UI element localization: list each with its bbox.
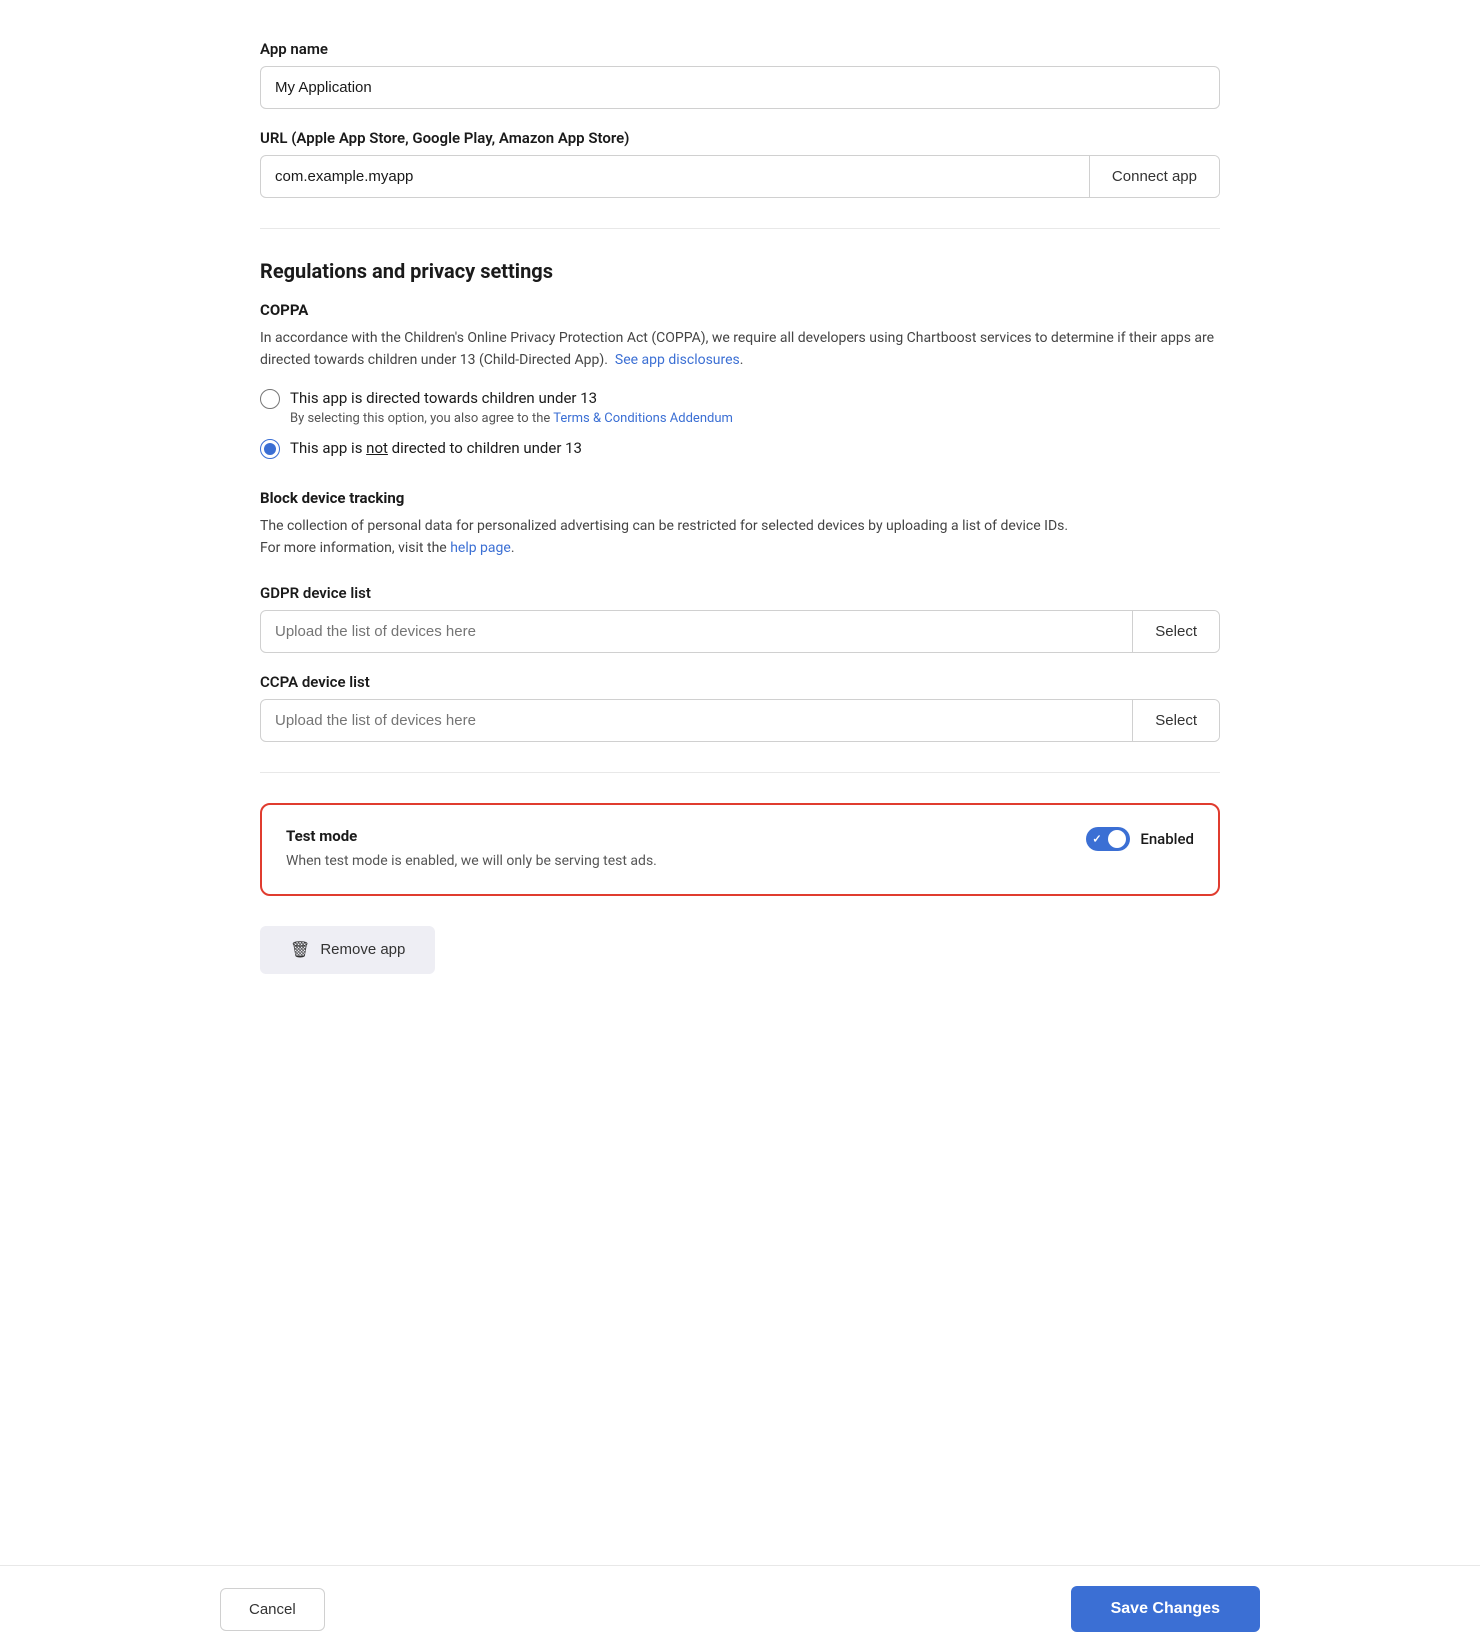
toggle-enabled-label: Enabled	[1140, 830, 1194, 848]
toggle-slider: ✓	[1086, 827, 1130, 851]
test-mode-content: Test mode When test mode is enabled, we …	[286, 827, 1056, 872]
terms-conditions-link[interactable]: Terms & Conditions Addendum	[553, 411, 733, 426]
regulations-title: Regulations and privacy settings	[260, 259, 1220, 283]
coppa-radio-group: This app is directed towards children un…	[260, 388, 1220, 459]
coppa-option-directed-label: This app is directed towards children un…	[290, 388, 733, 409]
section-divider-2	[260, 772, 1220, 773]
coppa-option-directed-sub: By selecting this option, you also agree…	[290, 411, 733, 426]
app-url-input-group: Connect app	[260, 155, 1220, 198]
help-page-link[interactable]: help page	[450, 540, 511, 556]
ccpa-section: CCPA device list Select	[260, 673, 1220, 742]
app-name-input[interactable]	[260, 66, 1220, 109]
coppa-section: COPPA In accordance with the Children's …	[260, 301, 1220, 459]
ccpa-input-group: Select	[260, 699, 1220, 742]
save-changes-button[interactable]: Save Changes	[1071, 1586, 1260, 1632]
app-url-input[interactable]	[261, 156, 1089, 197]
footer-spacer	[260, 1014, 1220, 1094]
block-tracking-title: Block device tracking	[260, 489, 1220, 507]
remove-app-button[interactable]: 🗑 Remove app	[260, 926, 435, 974]
app-name-label: App name	[260, 40, 1220, 58]
ccpa-input[interactable]	[261, 700, 1132, 741]
coppa-option-directed[interactable]: This app is directed towards children un…	[260, 388, 1220, 426]
gdpr-label: GDPR device list	[260, 584, 1220, 602]
coppa-radio-not-directed[interactable]	[260, 439, 280, 459]
test-mode-title: Test mode	[286, 827, 1056, 845]
coppa-description: In accordance with the Children's Online…	[260, 327, 1220, 372]
block-tracking-section: Block device tracking The collection of …	[260, 489, 1220, 560]
test-mode-toggle-area: ✓ Enabled	[1086, 827, 1194, 851]
see-app-disclosures-link[interactable]: See app disclosures	[615, 352, 740, 368]
block-tracking-description: The collection of personal data for pers…	[260, 515, 1220, 560]
cancel-button[interactable]: Cancel	[220, 1588, 325, 1631]
section-divider-1	[260, 228, 1220, 229]
remove-app-label: Remove app	[320, 941, 405, 958]
gdpr-section: GDPR device list Select	[260, 584, 1220, 653]
ccpa-label: CCPA device list	[260, 673, 1220, 691]
app-name-section: App name	[260, 40, 1220, 109]
trash-icon: 🗑	[290, 940, 310, 960]
ccpa-select-button[interactable]: Select	[1132, 700, 1219, 741]
coppa-radio-directed[interactable]	[260, 389, 280, 409]
gdpr-input-group: Select	[260, 610, 1220, 653]
app-url-section: URL (Apple App Store, Google Play, Amazo…	[260, 129, 1220, 198]
coppa-title: COPPA	[260, 301, 1220, 319]
app-url-label: URL (Apple App Store, Google Play, Amazo…	[260, 129, 1220, 147]
coppa-option-not-directed[interactable]: This app is not directed to children und…	[260, 438, 1220, 459]
footer-bar: Cancel Save Changes	[0, 1565, 1480, 1652]
test-mode-description: When test mode is enabled, we will only …	[286, 851, 1056, 872]
test-mode-toggle[interactable]: ✓	[1086, 827, 1130, 851]
gdpr-select-button[interactable]: Select	[1132, 611, 1219, 652]
gdpr-input[interactable]	[261, 611, 1132, 652]
coppa-option-not-directed-label: This app is not directed to children und…	[290, 438, 582, 459]
footer-inner: Cancel Save Changes	[220, 1586, 1260, 1632]
regulations-section: Regulations and privacy settings COPPA I…	[260, 259, 1220, 742]
test-mode-box: Test mode When test mode is enabled, we …	[260, 803, 1220, 896]
connect-app-button[interactable]: Connect app	[1089, 156, 1219, 197]
